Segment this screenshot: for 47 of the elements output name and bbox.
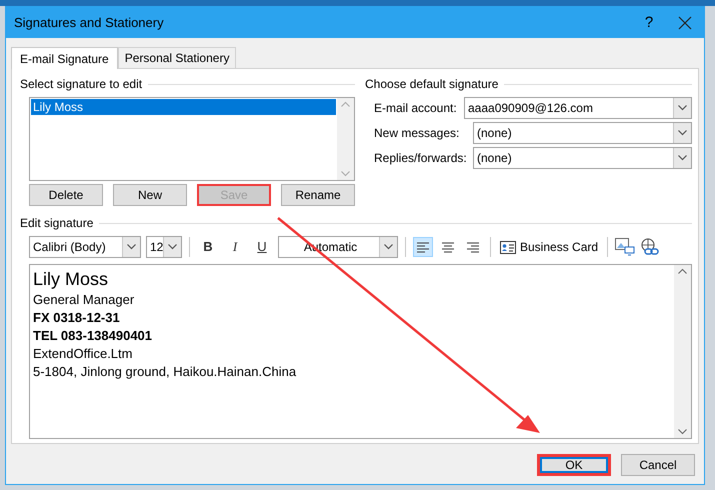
format-button[interactable]: I bbox=[224, 237, 246, 257]
scroll-down-icon[interactable] bbox=[678, 429, 687, 435]
signature-line: TEL 083-138490401 bbox=[33, 327, 154, 345]
group-label: Select signature to edit bbox=[20, 77, 142, 91]
chevron-down-icon bbox=[678, 155, 687, 161]
chevron-down-icon bbox=[384, 244, 393, 250]
tab[interactable]: Personal Stationery bbox=[118, 47, 236, 68]
format-button[interactable]: U bbox=[251, 237, 273, 257]
dropdown-field[interactable]: aaaa090909@126.com bbox=[464, 97, 692, 119]
signature-line: 5-1804, Jinlong ground, Haikou.Hainan.China bbox=[33, 363, 298, 381]
signature-button[interactable]: Rename bbox=[281, 184, 355, 206]
font-dropdown[interactable]: Calibri (Body) bbox=[29, 236, 141, 258]
dialog-button[interactable]: OK bbox=[537, 454, 611, 476]
chevron-down-icon bbox=[678, 105, 687, 111]
field-label: Replies/forwards: bbox=[374, 151, 468, 165]
signature-button[interactable]: New bbox=[113, 184, 187, 206]
field-label: New messages: bbox=[374, 126, 460, 140]
group-label: Edit signature bbox=[20, 216, 94, 230]
signature-line: Lily Moss bbox=[33, 268, 110, 291]
align-left-button[interactable] bbox=[413, 237, 433, 257]
close-icon[interactable] bbox=[678, 16, 692, 30]
field-label: E-mail account: bbox=[374, 101, 458, 115]
help-button[interactable]: ? bbox=[634, 14, 664, 31]
size-dropdown[interactable]: 12 bbox=[146, 236, 182, 258]
picture-icon[interactable] bbox=[615, 238, 636, 256]
dropdown-field[interactable]: (none) bbox=[473, 122, 692, 144]
signature-line: FX 0318-12-31 bbox=[33, 309, 121, 327]
chevron-down-icon bbox=[168, 244, 178, 250]
signature-line: General Manager bbox=[33, 291, 136, 309]
chevron-down-icon bbox=[678, 130, 687, 136]
tab[interactable]: E-mail Signature bbox=[11, 47, 118, 69]
scroll-up-icon[interactable] bbox=[678, 268, 687, 274]
dialog-button[interactable]: Cancel bbox=[621, 454, 695, 476]
format-button[interactable]: B bbox=[197, 237, 219, 257]
signature-line: ExtendOffice.Ltm bbox=[33, 345, 134, 363]
scrollbar[interactable] bbox=[674, 265, 691, 438]
signature-editor[interactable]: Lily Moss General Manager FX 0318-12-31 TEL 083-138490401 ExtendOffice.Ltm 5-1804, Jinlong ground, Haikou.Hainan.China bbox=[29, 264, 692, 439]
chevron-down-icon bbox=[127, 244, 136, 250]
link-icon[interactable] bbox=[640, 238, 660, 256]
business-card-button[interactable]: Business Card bbox=[498, 240, 600, 254]
dropdown-field[interactable]: (none) bbox=[473, 147, 692, 169]
group-label: Choose default signature bbox=[365, 77, 498, 91]
signature-button[interactable]: Delete bbox=[29, 184, 103, 206]
signature-list[interactable]: Lily Moss bbox=[29, 97, 355, 181]
contact-card-icon bbox=[500, 240, 516, 254]
list-item[interactable]: Lily Moss bbox=[31, 99, 336, 115]
window-title: Signatures and Stationery bbox=[14, 15, 165, 30]
